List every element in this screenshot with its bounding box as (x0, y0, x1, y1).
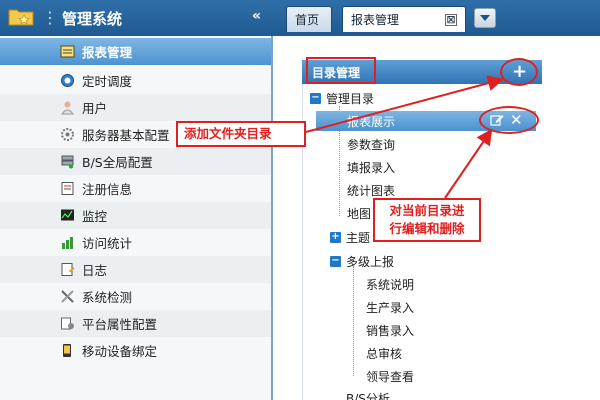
tree-connector (353, 266, 354, 376)
app-title: 管理系统 (62, 9, 123, 28)
annotation-line: 行编辑和删除 (389, 221, 465, 236)
sidebar-item-label: 报表管理 (82, 45, 133, 60)
config-icon (61, 317, 74, 330)
tree-node-topic[interactable]: 主题 (346, 229, 370, 246)
collapse-sidebar-button[interactable]: « (252, 8, 261, 24)
tree-node-general-review[interactable]: 总审核 (366, 345, 402, 362)
user-icon (61, 101, 74, 115)
sidebar-item-label: 服务器基本配置 (82, 128, 170, 143)
sidebar-item-access-stats[interactable]: 访问统计 (0, 229, 271, 256)
annotation-edit-delete-callout: 对当前目录进 行编辑和删除 (373, 198, 481, 242)
tab-report-management[interactable]: 报表管理 ⊠ (342, 6, 466, 32)
tree-node-root[interactable]: 管理目录 (326, 90, 374, 107)
tree-node-stat-chart[interactable]: 统计图表 (347, 182, 395, 199)
tab-home[interactable]: 首页 (286, 6, 332, 32)
tree-node-bs-analysis[interactable]: B/S分析 (346, 390, 390, 400)
sidebar-item-bs-global-config[interactable]: B/S全局配置 (0, 148, 271, 175)
tree-collapse-toggle[interactable]: − (330, 256, 341, 267)
sidebar-item-label: 定时调度 (82, 74, 133, 89)
sidebar-item-label: 系统检测 (82, 290, 133, 305)
sidebar-item-label: 监控 (82, 209, 108, 224)
chart-icon (62, 237, 73, 249)
tree-node-report-display[interactable]: 报表展示 (347, 113, 395, 130)
sidebar-item-label: 注册信息 (82, 182, 133, 197)
annotation-line: 对当前目录进 (389, 203, 465, 218)
tab-close-icon[interactable]: ⊠ (445, 13, 457, 26)
tab-report-label: 报表管理 (351, 13, 400, 27)
tree-node-map[interactable]: 地图 (347, 205, 371, 222)
monitor-icon (61, 209, 74, 221)
tree-node-system-notes[interactable]: 系统说明 (366, 276, 414, 293)
log-icon (61, 263, 75, 276)
sidebar-item-mobile-binding[interactable]: 移动设备绑定 (0, 337, 271, 364)
annotation-add-folder-callout: 添加文件夹目录 (176, 121, 306, 147)
report-icon (60, 45, 75, 58)
sidebar-item-user[interactable]: 用户 (0, 94, 271, 121)
chevron-down-icon (480, 15, 490, 21)
sidebar-item-label: 日志 (82, 263, 108, 278)
gear-icon (61, 128, 74, 141)
clock-icon (61, 74, 74, 87)
sidebar-item-label: 平台属性配置 (82, 317, 158, 332)
sidebar-item-report-management[interactable]: 报表管理 (0, 38, 271, 65)
sidebar-item-system-check[interactable]: 系统检测 (0, 283, 271, 310)
sidebar: 报表管理 定时调度 用户 服务器基本配置 B/S全局配置 注册信息 监控 访问统… (0, 36, 273, 400)
tree-node-production-entry[interactable]: 生产录入 (366, 299, 414, 316)
tree-expand-toggle[interactable]: + (330, 232, 341, 243)
tools-icon (61, 290, 74, 303)
sidebar-item-registration[interactable]: 注册信息 (0, 175, 271, 202)
register-icon (61, 182, 74, 195)
tab-menu-button[interactable] (474, 8, 496, 28)
sidebar-item-label: B/S全局配置 (82, 155, 153, 170)
tree-node-fill-entry[interactable]: 填报录入 (347, 159, 395, 176)
annotation-edit-circle (479, 106, 539, 134)
server-icon (61, 155, 74, 169)
tree-node-multilevel-report[interactable]: 多级上报 (346, 253, 394, 270)
sidebar-item-platform-config[interactable]: 平台属性配置 (0, 310, 271, 337)
sidebar-item-log[interactable]: 日志 (0, 256, 271, 283)
annotation-add-circle (500, 58, 538, 86)
sidebar-item-monitor[interactable]: 监控 (0, 202, 271, 229)
tree-node-leader-view[interactable]: 领导查看 (366, 368, 414, 385)
sidebar-item-schedule[interactable]: 定时调度 (0, 67, 271, 94)
sidebar-item-label: 用户 (82, 101, 108, 116)
tree-node-param-query[interactable]: 参数查询 (347, 136, 395, 153)
sidebar-item-label: 访问统计 (82, 236, 133, 251)
sidebar-item-label: 移动设备绑定 (82, 344, 158, 359)
tree-node-sales-entry[interactable]: 销售录入 (366, 322, 414, 339)
tree-collapse-toggle[interactable]: − (310, 93, 321, 104)
tab-home-label: 首页 (295, 13, 320, 27)
annotation-highlight-box (306, 57, 376, 84)
mobile-icon (63, 344, 71, 357)
